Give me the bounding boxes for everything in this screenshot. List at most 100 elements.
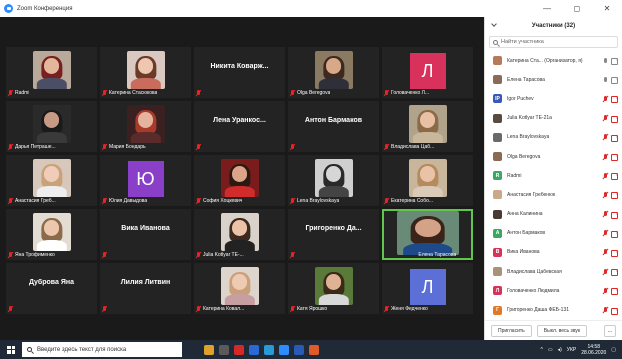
participant-row[interactable]: R Radmi: [485, 166, 622, 185]
video-tile[interactable]: Ю Юлия Давыдова: [100, 155, 191, 206]
mic-muted-icon[interactable]: [603, 268, 608, 275]
video-tile[interactable]: Лилия Литвин: [100, 263, 191, 314]
network-icon[interactable]: ▭: [548, 347, 553, 353]
camera-off-icon[interactable]: [611, 249, 618, 257]
video-tile[interactable]: Елена Тарасова: [382, 209, 473, 260]
video-tile[interactable]: Дуброва Яна: [6, 263, 97, 314]
mic-muted-icon[interactable]: [603, 95, 608, 102]
participant-video: [220, 267, 259, 305]
mic-muted-icon[interactable]: [603, 249, 608, 255]
mic-muted-icon[interactable]: [603, 172, 608, 179]
video-tile[interactable]: Катя Ярошко: [288, 263, 379, 314]
video-tile[interactable]: Л Женя Федченко: [382, 263, 473, 314]
mic-muted-icon[interactable]: [603, 307, 608, 313]
tile-name-text: Катерина Ковал...: [203, 306, 245, 312]
mic-muted-icon[interactable]: [603, 211, 608, 217]
video-tile[interactable]: Мария Бондарь: [100, 101, 191, 152]
camera-icon[interactable]: [611, 77, 618, 85]
mic-muted-icon[interactable]: [603, 115, 608, 121]
participant-row[interactable]: Анна Калинина: [485, 205, 622, 224]
camera-off-icon[interactable]: [611, 96, 618, 104]
zoom-icon[interactable]: [279, 344, 289, 355]
video-tile[interactable]: Л Головаченко Л...: [382, 47, 473, 98]
video-tile[interactable]: Никита Коварж...: [194, 47, 285, 98]
camera-off-icon[interactable]: [611, 269, 618, 277]
video-tile[interactable]: Дарья Петраше...: [6, 101, 97, 152]
camera-icon[interactable]: [611, 58, 618, 66]
edge-icon[interactable]: [264, 344, 274, 355]
volume-icon[interactable]: ◂): [558, 347, 562, 353]
maximize-button[interactable]: ◻: [562, 0, 592, 17]
clock[interactable]: 14:58 28.06.2020: [581, 344, 606, 356]
invite-button[interactable]: Пригласить: [491, 324, 532, 337]
mic-muted-icon: [8, 306, 13, 312]
mic-muted-icon[interactable]: [603, 287, 608, 294]
participant-name: Головаченко Людмила: [507, 287, 560, 294]
chevron-up-icon[interactable]: ^: [541, 347, 543, 353]
participant-row[interactable]: IP Igor Puchev: [485, 89, 622, 108]
mic-muted-icon[interactable]: [603, 230, 608, 236]
participant-row[interactable]: Lena Braylovskaya: [485, 128, 622, 147]
video-tile[interactable]: Анастасия Греб...: [6, 155, 97, 206]
participant-row[interactable]: Julia Kotlyar TE-21a: [485, 109, 622, 128]
language-indicator[interactable]: УКР: [567, 347, 576, 353]
mute-all-button[interactable]: Выкл. весь звук: [536, 324, 588, 337]
paint-icon[interactable]: [309, 344, 319, 355]
participant-row[interactable]: Olga Beregova: [485, 147, 622, 166]
close-button[interactable]: ✕: [592, 0, 622, 17]
participant-row[interactable]: Анастасия Гребенюк: [485, 185, 622, 204]
video-tile[interactable]: Антон Бармаков: [288, 101, 379, 152]
word-icon[interactable]: [294, 344, 304, 355]
camera-off-icon[interactable]: [611, 115, 618, 123]
video-tile[interactable]: Екатерина Собо...: [382, 155, 473, 206]
media-icon[interactable]: [219, 344, 229, 355]
video-tile[interactable]: Radmi: [6, 47, 97, 98]
video-tile[interactable]: Julia Kotlyar TE-...: [194, 209, 285, 260]
video-tile[interactable]: Григоренко Да...: [288, 209, 379, 260]
participant-avatar: Л: [409, 53, 446, 89]
participant-row[interactable]: В Вика Иванова: [485, 243, 622, 262]
participant-row[interactable]: Владислава Цабевская: [485, 262, 622, 281]
camera-off-icon[interactable]: [611, 134, 618, 142]
video-tile[interactable]: Lena Braylovskaya: [288, 155, 379, 206]
mic-icon[interactable]: [603, 57, 608, 64]
tile-name-label: Женя Федченко: [384, 306, 428, 312]
video-tile[interactable]: Olga Beregova: [288, 47, 379, 98]
participant-name: Елена Тарасова: [507, 76, 545, 83]
participant-row[interactable]: Катерина Ста... (Организатор, я): [485, 51, 622, 70]
participant-row[interactable]: Г Григоренко Даша ФЕБ-131: [485, 300, 622, 319]
video-tile[interactable]: Владислава Цаб...: [382, 101, 473, 152]
participant-row[interactable]: А Антон Бармаков: [485, 224, 622, 243]
chevron-down-icon[interactable]: [491, 22, 497, 28]
camera-off-icon[interactable]: [611, 154, 618, 162]
camera-off-icon[interactable]: [611, 192, 618, 200]
camera-off-icon[interactable]: [611, 307, 618, 315]
taskbar-search[interactable]: Введите здесь текст для поиска: [22, 342, 182, 357]
mic-muted-icon[interactable]: [603, 153, 608, 160]
tile-name-label: Владислава Цаб...: [384, 144, 434, 150]
mic-icon[interactable]: [603, 76, 608, 83]
video-tile[interactable]: София Хоцкевич: [194, 155, 285, 206]
video-tile[interactable]: Лена Уранкос...: [194, 101, 285, 152]
files-icon[interactable]: [249, 344, 259, 355]
opera-icon[interactable]: [234, 344, 244, 355]
more-options-button[interactable]: ...: [604, 324, 616, 337]
camera-off-icon[interactable]: [611, 211, 618, 219]
minimize-button[interactable]: —: [532, 0, 562, 17]
start-button[interactable]: [0, 340, 22, 359]
video-tile[interactable]: Катерина Стасюкова: [100, 47, 191, 98]
camera-off-icon[interactable]: [611, 288, 618, 296]
video-tile[interactable]: Яна Трофименко: [6, 209, 97, 260]
video-tile[interactable]: Вика Иванова: [100, 209, 191, 260]
participant-row[interactable]: Елена Тарасова: [485, 70, 622, 89]
mic-muted-icon[interactable]: [603, 134, 608, 140]
camera-off-icon[interactable]: [611, 230, 618, 238]
participant-row[interactable]: Л Головаченко Людмила: [485, 281, 622, 300]
chrome-icon[interactable]: [204, 344, 214, 355]
mic-muted-icon[interactable]: [603, 191, 608, 198]
video-tile[interactable]: Катерина Ковал...: [194, 263, 285, 314]
participant-search[interactable]: [489, 36, 618, 48]
notifications-icon[interactable]: ▢: [611, 347, 616, 353]
camera-off-icon[interactable]: [611, 173, 618, 181]
participant-search-input[interactable]: [501, 39, 611, 45]
